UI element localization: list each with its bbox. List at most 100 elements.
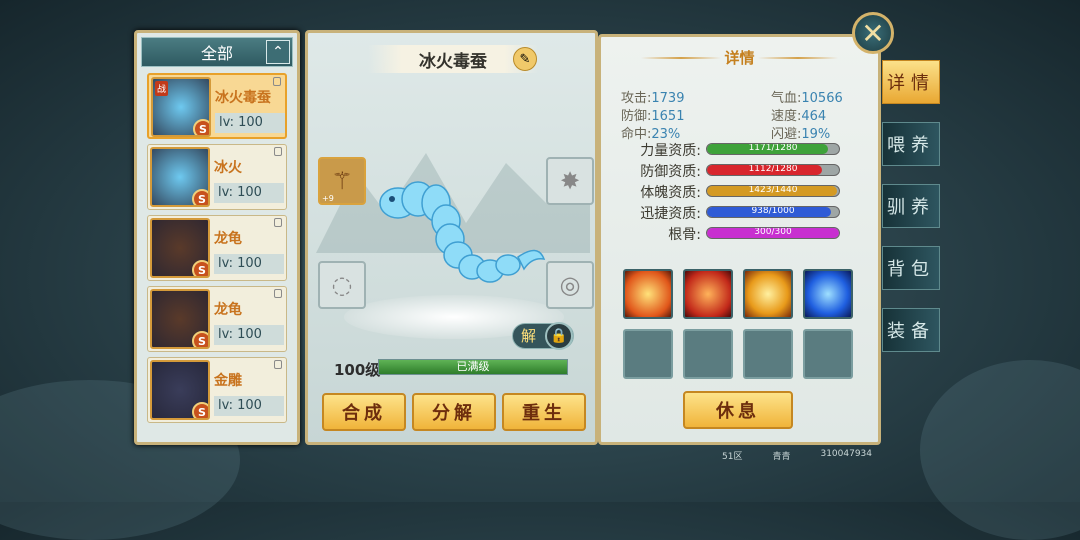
equip-slot-ring[interactable]: ◎ [546, 261, 594, 309]
quality-bar: 1112/1280 [706, 164, 840, 176]
lock-icon [274, 218, 282, 227]
rebirth-button[interactable]: 重生 [502, 393, 586, 431]
stat-item: 闪避:19% [771, 123, 830, 142]
filter-label: 全部 [200, 44, 233, 63]
pet-name: 金雕 [214, 373, 242, 389]
pet-list-item[interactable]: S 金雕 lv: 100 [147, 357, 287, 423]
exp-text: 已满级 [456, 360, 490, 373]
pet-portrait: S [150, 218, 210, 278]
pet-portrait: S [150, 360, 210, 420]
pet-list-panel: 全部 ⌃ 战 S 冰火毒蚕 lv: 100 S 冰火 lv: 100 S 龙龟 … [134, 30, 300, 445]
lock-icon [274, 360, 282, 369]
stat-label: 闪避: [771, 127, 802, 142]
pet-name: 龙龟 [214, 231, 242, 247]
rank-badge: S [192, 260, 208, 276]
quality-label: 防御资质: [640, 164, 701, 180]
quality-label: 体魄资质: [640, 185, 701, 201]
exp-bar: 已满级 [378, 359, 568, 375]
stat-label: 防御: [621, 109, 652, 124]
quality-label: 力量资质: [640, 143, 701, 159]
quality-value: 1112/1280 [748, 164, 798, 174]
filter-dropdown[interactable]: 全部 ⌃ [141, 37, 293, 67]
equip-slot-necklace[interactable]: ◌ [318, 261, 366, 309]
rename-icon[interactable]: ✎ [513, 47, 537, 71]
rest-button[interactable]: 休息 [683, 391, 793, 429]
stat-item: 气血:10566 [771, 87, 843, 106]
footer-info: 51区 青青 310047934 [722, 449, 872, 462]
stat-value: 464 [801, 109, 827, 124]
pet-level: lv: 100 [214, 183, 284, 203]
pet-list-item[interactable]: S 龙龟 lv: 100 [147, 286, 287, 352]
equip-slot-armor[interactable]: ✸ [546, 157, 594, 205]
weapon-slot[interactable]: ⚚ +9 [318, 157, 366, 205]
lock-icon [274, 289, 282, 298]
lock-icon [273, 77, 281, 86]
tab-feed[interactable]: 喂养 [882, 122, 940, 166]
empty-skill-slot[interactable] [743, 329, 793, 379]
pet-list-item[interactable]: S 冰火 lv: 100 [147, 144, 287, 210]
unlock-label: 解 [521, 327, 537, 345]
pet-model-silkworm [379, 181, 546, 283]
lock-icon: 🔒 [545, 322, 573, 350]
pet-portrait: S [150, 147, 210, 207]
rank-badge: S [192, 402, 208, 418]
stat-value: 1651 [651, 109, 685, 124]
stat-label: 攻击: [621, 91, 652, 106]
compose-button[interactable]: 合成 [322, 393, 406, 431]
water-vortex-icon[interactable] [803, 269, 853, 319]
stat-item: 防御:1651 [621, 105, 684, 124]
stat-label: 气血: [771, 91, 802, 106]
chevron-up-icon[interactable]: ⌃ [266, 40, 290, 64]
pet-list-item[interactable]: 战 S 冰火毒蚕 lv: 100 [147, 73, 287, 139]
tab-train[interactable]: 驯养 [882, 184, 940, 228]
flame-strike-icon[interactable] [743, 269, 793, 319]
rank-badge: S [192, 189, 208, 205]
rank-badge: S [193, 119, 209, 135]
pet-display-panel: 冰火毒蚕 ✎ ⚚ +9 ✸ ◌ ◎ 解 🔒 100级 已满级 合成 分解 重生 [305, 30, 598, 445]
player-id: 310047934 [820, 449, 873, 459]
pet-portrait: S [150, 289, 210, 349]
quality-bar: 1423/1440 [706, 185, 840, 197]
empty-skill-slot[interactable] [803, 329, 853, 379]
fire-burst-icon[interactable] [623, 269, 673, 319]
tab-bag[interactable]: 背包 [882, 246, 940, 290]
staff-icon: ⚚ [331, 167, 353, 195]
tab-detail[interactable]: 详情 [882, 60, 940, 104]
pet-level: lv: 100 [214, 325, 284, 345]
stat-label: 速度: [771, 109, 802, 124]
fire-orb-icon[interactable] [683, 269, 733, 319]
stat-item: 攻击:1739 [621, 87, 684, 106]
stat-value: 1739 [651, 91, 685, 106]
pet-level: lv: 100 [214, 396, 284, 416]
pet-name: 龙龟 [214, 302, 242, 318]
stat-item: 速度:464 [771, 105, 826, 124]
pet-portrait: 战 S [151, 77, 211, 137]
decompose-button[interactable]: 分解 [412, 393, 496, 431]
pet-level: lv: 100 [215, 113, 285, 133]
empty-skill-slot[interactable] [683, 329, 733, 379]
stat-value: 19% [801, 127, 831, 142]
empty-skill-slot[interactable] [623, 329, 673, 379]
pet-level-label: 100级 [334, 361, 381, 379]
close-icon[interactable]: ✕ [852, 12, 894, 54]
quality-bar: 938/1000 [706, 206, 840, 218]
quality-value: 300/300 [754, 227, 792, 237]
lock-icon [274, 147, 282, 156]
quality-value: 1171/1280 [748, 143, 798, 153]
pet-name: 冰火毒蚕 [215, 90, 271, 106]
detail-title: 详情 [724, 49, 755, 67]
unlock-button[interactable]: 解 🔒 [512, 322, 574, 350]
stat-value: 10566 [801, 91, 843, 106]
quality-bar: 300/300 [706, 227, 840, 239]
tab-equip[interactable]: 装备 [882, 308, 940, 352]
quality-label: 根骨: [668, 227, 701, 243]
pet-list-item[interactable]: S 龙龟 lv: 100 [147, 215, 287, 281]
quality-bar: 1171/1280 [706, 143, 840, 155]
player-name: 青青 [772, 452, 791, 462]
necklace-icon: ◌ [331, 271, 353, 299]
spiked-ball-icon: ✸ [559, 167, 581, 195]
quality-value: 1423/1440 [748, 185, 798, 195]
battle-tag: 战 [155, 81, 169, 96]
pet-detail-panel: 详情 攻击:1739 气血:10566 防御:1651 速度:464 命中:23% 闪避:… [598, 34, 881, 445]
server-zone: 51区 [722, 452, 743, 462]
